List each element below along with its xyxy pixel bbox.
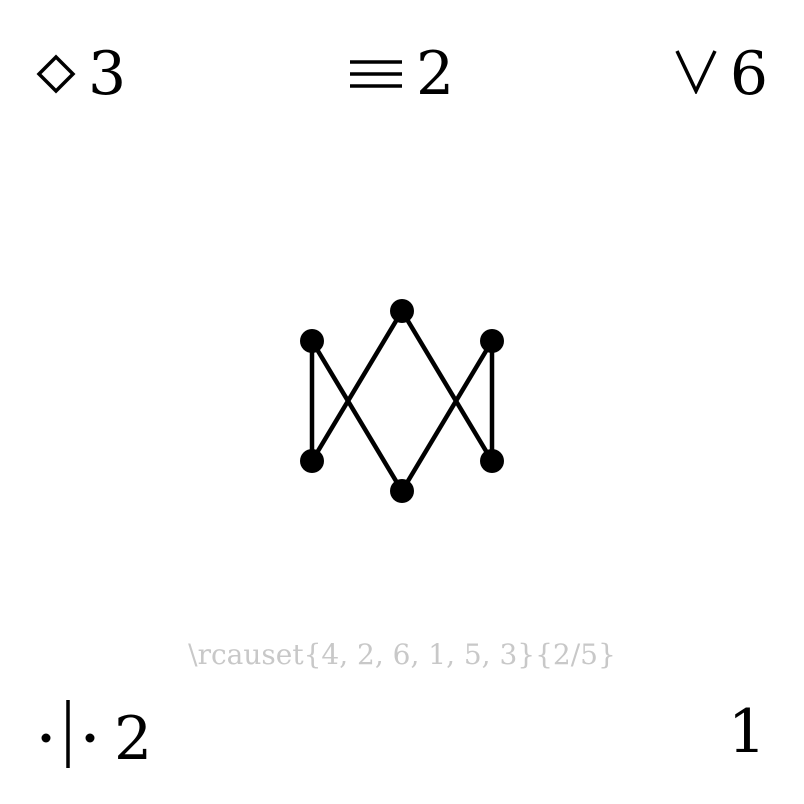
edge-1-2 — [309, 308, 405, 464]
bottom-right-value: 1 — [727, 697, 766, 768]
edge-5-2 — [399, 308, 495, 464]
node-3 — [390, 479, 414, 503]
nodes — [300, 299, 504, 503]
bottom-left-value: 2 — [114, 704, 153, 774]
node-5 — [480, 449, 504, 473]
edge-3-6 — [399, 338, 495, 494]
node-4 — [300, 329, 324, 353]
node-2 — [390, 299, 414, 323]
edges — [309, 308, 495, 494]
causet-diagram — [300, 299, 504, 503]
bottom-right-count: 1 — [728, 698, 766, 762]
dot-bar-dot-icon — [38, 698, 102, 780]
node-6 — [480, 329, 504, 353]
node-1 — [300, 449, 324, 473]
bottom-left-count: 2 — [38, 698, 152, 780]
edge-3-4 — [309, 338, 405, 494]
causet-caption: \rcauset{4, 2, 6, 1, 5, 3}{2/5} — [188, 638, 616, 671]
